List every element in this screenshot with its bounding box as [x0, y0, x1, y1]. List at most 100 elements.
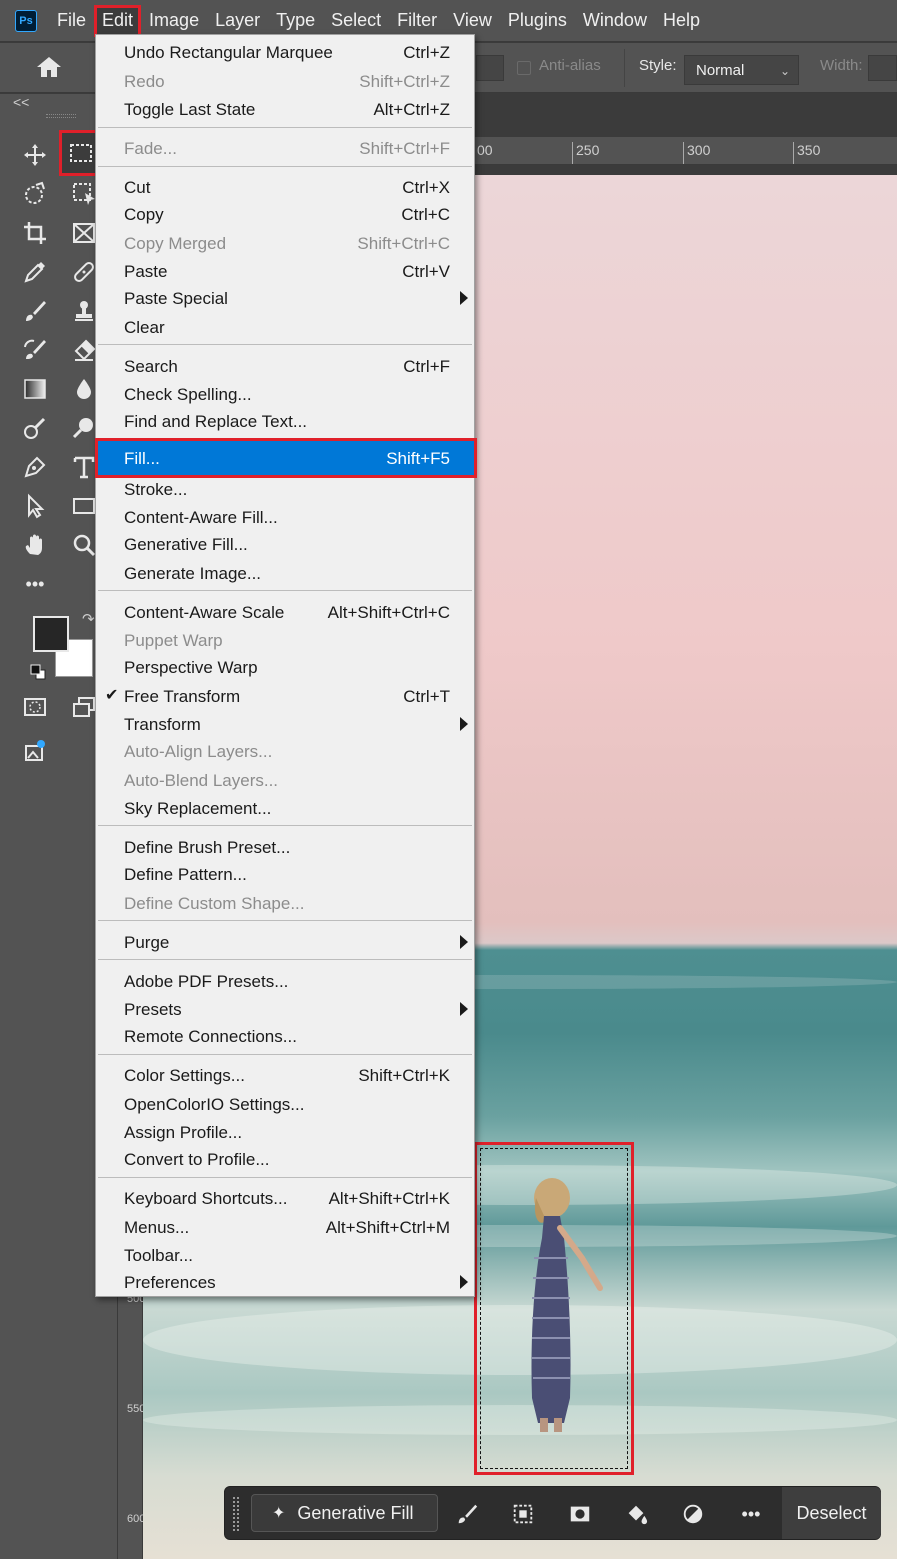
menu-item-stroke[interactable]: Stroke... — [96, 476, 474, 504]
ruler-tick: 350 — [793, 142, 820, 164]
menu-item-generate-image[interactable]: Generate Image... — [96, 560, 474, 588]
menu-item-remote-connections[interactable]: Remote Connections... — [96, 1023, 474, 1051]
menu-item-paste-special[interactable]: Paste Special — [96, 285, 474, 313]
menu-item-auto-align-layers: Auto-Align Layers... — [124, 742, 273, 761]
fill-bucket-icon[interactable] — [622, 1500, 650, 1528]
menu-select[interactable]: Select — [323, 5, 389, 37]
menu-item-color-settings[interactable]: Color Settings... Shift+Ctrl+K — [96, 1062, 474, 1090]
menu-type[interactable]: Type — [268, 5, 323, 37]
menu-item-copy[interactable]: Copy Ctrl+C — [96, 201, 474, 229]
crop-tool-icon[interactable] — [17, 216, 53, 250]
menu-item-convert-to-profile[interactable]: Convert to Profile... — [96, 1146, 474, 1174]
dodge-tool-icon[interactable] — [17, 411, 53, 445]
generate-image-icon[interactable] — [17, 734, 53, 768]
menu-help[interactable]: Help — [655, 5, 708, 37]
menu-item-menus[interactable]: Menus... Alt+Shift+Ctrl+M — [96, 1214, 474, 1242]
ruler-tick: 600 — [127, 1513, 146, 1525]
history-brush-tool-icon[interactable] — [17, 333, 53, 367]
swap-colors-icon[interactable]: ↷ — [82, 610, 95, 628]
pen-tool-icon[interactable] — [17, 450, 53, 484]
submenu-arrow-icon — [460, 291, 468, 305]
menu-item-copy-merged: Copy Merged Shift+Ctrl+C — [124, 234, 450, 253]
menu-item-free-transform[interactable]: ✔ Free Transform Ctrl+T — [96, 683, 474, 711]
default-colors-icon[interactable] — [30, 664, 46, 680]
menu-item-purge[interactable]: Purge — [96, 929, 474, 957]
home-icon[interactable] — [35, 55, 63, 79]
menu-item-define-pattern[interactable]: Define Pattern... — [96, 861, 474, 889]
collapse-panel-icon[interactable]: << — [13, 94, 29, 110]
adjustment-icon[interactable] — [679, 1500, 707, 1528]
menu-item-preferences[interactable]: Preferences — [96, 1269, 474, 1297]
menu-item-define-custom-shape: Define Custom Shape... — [124, 894, 305, 913]
menu-separator — [98, 127, 472, 128]
menu-item-define-brush-preset[interactable]: Define Brush Preset... — [96, 834, 474, 862]
menu-filter[interactable]: Filter — [389, 5, 445, 37]
menu-item-search[interactable]: Search Ctrl+F — [96, 353, 474, 381]
submenu-arrow-icon — [460, 1275, 468, 1289]
object-selection-tool-icon[interactable] — [17, 177, 53, 211]
foreground-color-swatch[interactable] — [33, 616, 69, 652]
menu-item-find-replace-text[interactable]: Find and Replace Text... — [96, 408, 474, 436]
generative-fill-button[interactable]: ✦ Generative Fill — [251, 1494, 438, 1532]
anti-alias-checkbox[interactable] — [517, 61, 531, 75]
menu-item-presets[interactable]: Presets — [96, 996, 474, 1024]
path-selection-tool-icon[interactable] — [17, 489, 53, 523]
menu-item-content-aware-scale[interactable]: Content-Aware Scale Alt+Shift+Ctrl+C — [96, 599, 474, 627]
menu-item-keyboard-shortcuts[interactable]: Keyboard Shortcuts... Alt+Shift+Ctrl+K — [96, 1185, 474, 1213]
menu-item-toggle-last-state[interactable]: Toggle Last State Alt+Ctrl+Z — [96, 96, 474, 124]
menu-item-check-spelling[interactable]: Check Spelling... — [96, 381, 474, 409]
mask-icon[interactable] — [566, 1500, 594, 1528]
chevron-down-icon: ⌄ — [779, 64, 790, 78]
menu-item-assign-profile[interactable]: Assign Profile... — [96, 1119, 474, 1147]
hand-tool-icon[interactable] — [17, 528, 53, 562]
more-tools-icon[interactable]: ••• — [17, 567, 53, 601]
quick-mask-icon[interactable] — [17, 690, 53, 724]
taskbar-grip[interactable] — [233, 1497, 239, 1531]
style-select[interactable]: Normal ⌄ — [684, 55, 799, 85]
photoshop-logo-icon[interactable]: Ps — [15, 9, 37, 32]
deselect-button[interactable]: Deselect — [782, 1487, 881, 1539]
gradient-tool-icon[interactable] — [17, 372, 53, 406]
move-tool-icon[interactable] — [17, 138, 53, 172]
width-input[interactable] — [868, 55, 897, 81]
submenu-arrow-icon — [460, 717, 468, 731]
eyedropper-tool-icon[interactable] — [17, 255, 53, 289]
menu-item-paste[interactable]: Paste Ctrl+V — [96, 258, 474, 286]
menu-window[interactable]: Window — [575, 5, 655, 37]
photoshop-window: { "app": {"logo": "Ps"}, "menubar": [ {"… — [0, 0, 897, 1559]
menu-item-sky-replacement[interactable]: Sky Replacement... — [96, 795, 474, 823]
feather-input[interactable] — [476, 55, 504, 81]
panel-grip[interactable] — [46, 114, 76, 118]
menu-item-generative-fill[interactable]: Generative Fill... — [96, 531, 474, 559]
brush-edit-icon[interactable] — [453, 1500, 481, 1528]
brush-tool-icon[interactable] — [17, 294, 53, 328]
menu-item-perspective-warp[interactable]: Perspective Warp — [96, 654, 474, 682]
menu-separator — [98, 590, 472, 591]
menu-edit[interactable]: Edit — [94, 4, 142, 37]
menu-item-auto-blend-layers: Auto-Blend Layers... — [124, 771, 279, 790]
edit-menu-dropdown: Undo Rectangular Marquee Ctrl+Z Redo Shift… — [95, 34, 477, 1297]
menu-item-adobe-pdf-presets[interactable]: Adobe PDF Presets... — [96, 968, 474, 996]
submenu-arrow-icon — [460, 935, 468, 949]
ruler-tick: 550 — [127, 1403, 146, 1415]
menu-item-clear[interactable]: Clear — [96, 314, 474, 342]
marching-ants — [480, 1148, 628, 1469]
rectangular-marquee-tool-icon[interactable] — [59, 130, 102, 176]
menu-item-opencolorio-settings[interactable]: OpenColorIO Settings... — [96, 1091, 474, 1119]
menu-layer[interactable]: Layer — [207, 5, 268, 37]
ruler-tick: 300 — [683, 142, 710, 164]
selection-marquee[interactable] — [474, 1142, 634, 1475]
transform-selection-icon[interactable] — [509, 1500, 537, 1528]
menu-plugins[interactable]: Plugins — [500, 5, 575, 37]
menu-item-toolbar[interactable]: Toolbar... — [96, 1242, 474, 1270]
menu-item-undo[interactable]: Undo Rectangular Marquee Ctrl+Z — [96, 39, 474, 67]
menu-file[interactable]: File — [49, 5, 94, 37]
menu-image[interactable]: Image — [141, 5, 207, 37]
menu-view[interactable]: View — [445, 5, 500, 37]
menu-item-cut[interactable]: Cut Ctrl+X — [96, 174, 474, 202]
menu-separator — [98, 1177, 472, 1178]
menu-item-content-aware-fill[interactable]: Content-Aware Fill... — [96, 504, 474, 532]
menu-item-fill[interactable]: Fill... Shift+F5 — [95, 438, 477, 478]
menu-item-transform[interactable]: Transform — [96, 711, 474, 739]
more-options-icon[interactable]: ••• — [737, 1500, 765, 1528]
